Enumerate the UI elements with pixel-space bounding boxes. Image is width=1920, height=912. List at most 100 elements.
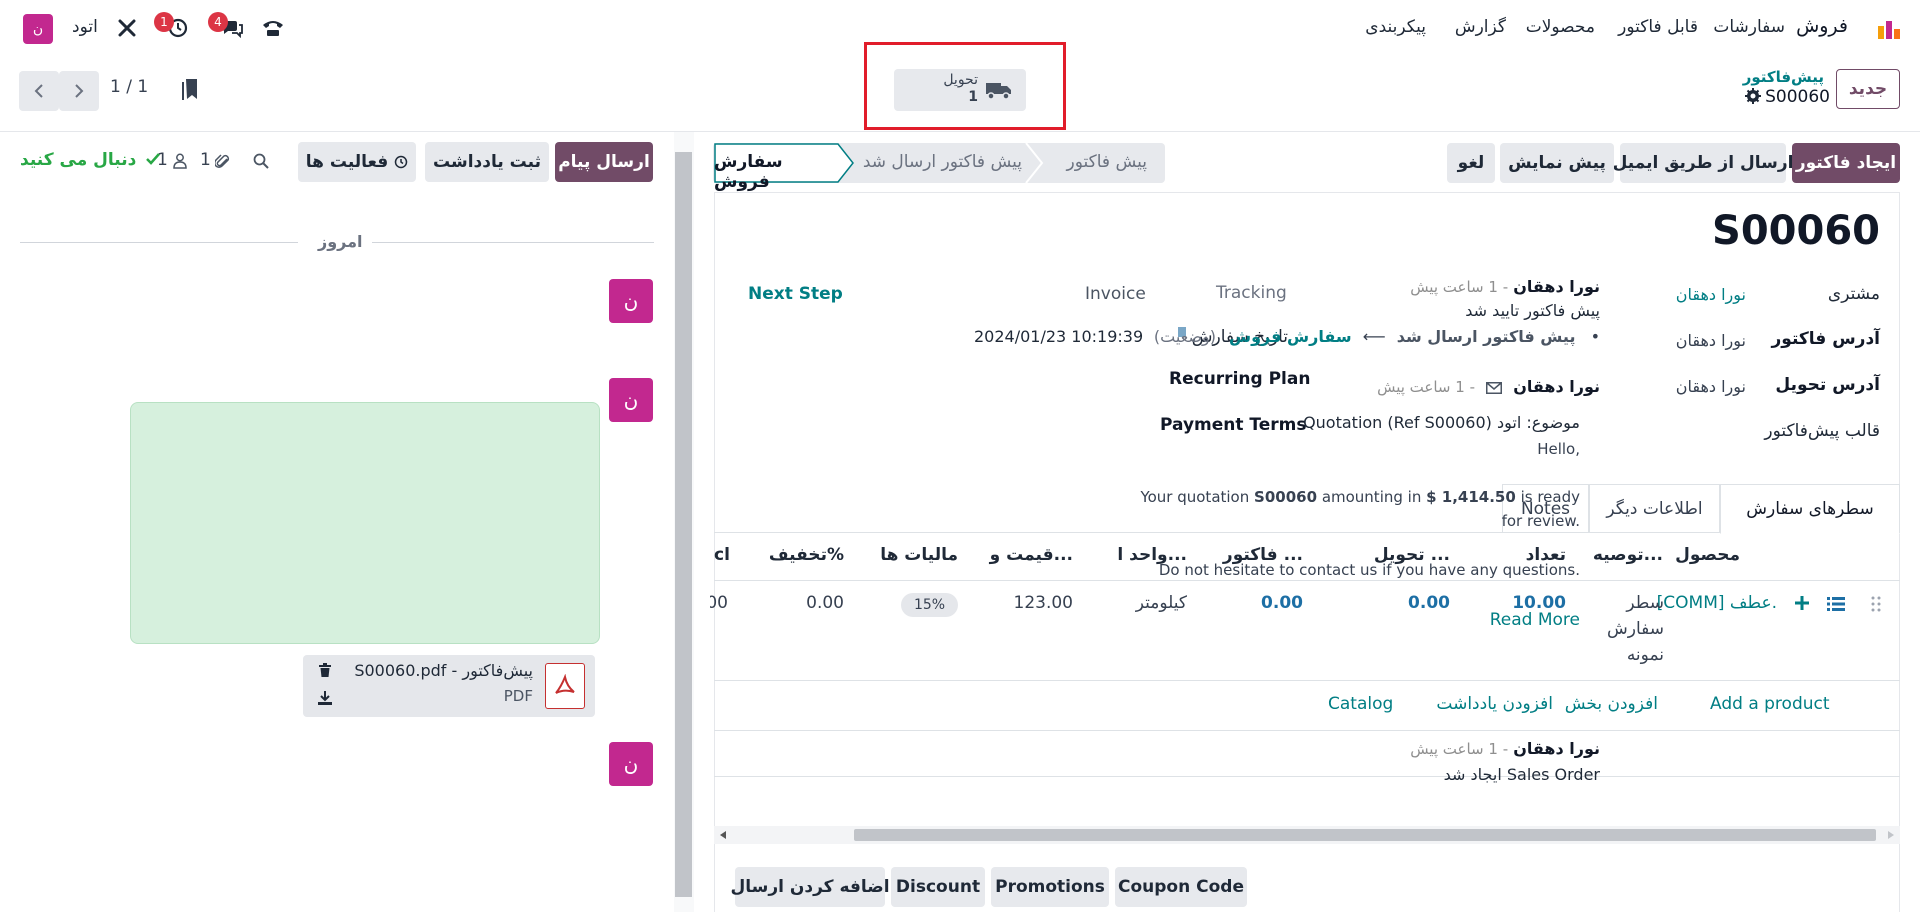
col-taxes[interactable]: مالیات ها: [880, 545, 958, 565]
company-name[interactable]: اتود: [72, 17, 98, 37]
debug-tools-icon[interactable]: [115, 16, 139, 40]
row-list-icon[interactable]: [1826, 594, 1846, 614]
email-ref: S00060: [1254, 488, 1318, 506]
add-section-link[interactable]: افزودن بخش: [1565, 694, 1658, 714]
tab-other-info[interactable]: اطلاعات دیگر: [1589, 484, 1720, 532]
col-discount[interactable]: تخفیف%: [769, 545, 844, 565]
status-quotation[interactable]: پیش فاکتور: [1067, 152, 1147, 172]
new-button[interactable]: جدید: [1836, 69, 1900, 109]
trash-icon[interactable]: [317, 661, 333, 679]
cell-discount[interactable]: 0.00: [806, 593, 844, 613]
read-more-link[interactable]: Read More: [1490, 610, 1580, 630]
menu-reporting[interactable]: گزارش: [1455, 17, 1506, 37]
user-avatar[interactable]: ن: [23, 14, 53, 44]
following-status[interactable]: دنبال می کنید: [20, 150, 161, 170]
avatar[interactable]: ن: [609, 742, 653, 786]
cell-description-1[interactable]: سطر: [1626, 593, 1664, 613]
email-amount: $ 1,414.50: [1426, 488, 1516, 506]
cell-subtotal: 00: [710, 593, 728, 613]
cell-uom[interactable]: کیلومتر: [1136, 593, 1187, 613]
cell-tax-badge[interactable]: 15%: [901, 593, 958, 617]
today-label: امروز: [318, 232, 363, 251]
action-preview[interactable]: پیش نمایش: [1500, 143, 1614, 183]
add-product-link[interactable]: Add a product: [1710, 694, 1830, 714]
invoice-address-value[interactable]: نورا دهقان: [1676, 331, 1746, 350]
order-date-value[interactable]: 2024/01/23 10:19:39: [974, 327, 1143, 346]
add-shipping-button[interactable]: اضافه کردن ارسال: [730, 867, 890, 907]
action-cancel[interactable]: لغو: [1447, 143, 1495, 183]
scroll-right-arrow-icon[interactable]: [1888, 831, 1894, 839]
send-message-button[interactable]: ارسال پیام: [555, 142, 653, 182]
today-separator-line: [372, 242, 654, 243]
discount-button[interactable]: Discount: [891, 867, 985, 907]
breadcrumb-parent[interactable]: پیش‌فاکتور: [1743, 68, 1824, 86]
message-header: نورا دهقان - 1 ساعت پیش: [1410, 277, 1600, 296]
pager-prev-button[interactable]: [19, 71, 59, 111]
delivery-address-value[interactable]: نورا دهقان: [1676, 377, 1746, 396]
tracking-value-change: • پیش فاکتور ارسال شد ⟵ سفارش فروش (وضعی…: [1154, 327, 1600, 346]
cell-unit-price[interactable]: 123.00: [1014, 593, 1073, 613]
bookmark-icon[interactable]: [180, 78, 200, 102]
messages-badge: 4: [208, 12, 228, 32]
tab-order-lines[interactable]: سطرهای سفارش: [1720, 484, 1900, 534]
catalog-link[interactable]: Catalog: [1328, 694, 1393, 714]
table-horizontal-scrollbar[interactable]: [714, 826, 1900, 844]
message-author[interactable]: نورا دهقان: [1513, 739, 1600, 758]
smart-button-count: 1: [968, 89, 978, 105]
log-note-button[interactable]: ثبت یادداشت: [425, 142, 549, 182]
followers-icon[interactable]: [171, 151, 189, 171]
message-header: نورا دهقان - 1 ساعت پیش: [1410, 739, 1600, 758]
status-sent[interactable]: پیش فاکتور ارسال شد: [858, 143, 1044, 183]
activities-button[interactable]: فعالیت ها: [298, 142, 416, 182]
col-unit-price[interactable]: قیمت و...: [990, 545, 1073, 565]
action-send-email[interactable]: ارسال از طریق ایمیل: [1613, 143, 1793, 183]
phone-icon[interactable]: [260, 16, 286, 40]
gear-icon[interactable]: [1744, 87, 1762, 105]
row-add-icon[interactable]: [1793, 594, 1811, 612]
cell-description-3[interactable]: نمونه: [1627, 645, 1664, 665]
table-divider: [714, 776, 1900, 777]
email-message-box: [130, 402, 600, 644]
scrollbar-thumb[interactable]: [854, 829, 1876, 841]
sales-app-icon[interactable]: [1877, 16, 1901, 40]
attachments-count[interactable]: 1: [200, 150, 211, 170]
coupon-code-button[interactable]: Coupon Code: [1115, 867, 1247, 907]
chatter-scrollbar[interactable]: [674, 132, 694, 912]
promotions-button[interactable]: Promotions: [991, 867, 1109, 907]
pager-value[interactable]: 1 / 1: [110, 77, 148, 97]
search-icon[interactable]: [251, 151, 271, 171]
attachment-card[interactable]: پیش‌فاکتور - S00060.pdf PDF: [303, 655, 595, 717]
menu-orders[interactable]: سفارشات: [1713, 17, 1785, 37]
app-brand[interactable]: فروش: [1796, 15, 1848, 37]
scroll-left-arrow-icon[interactable]: [720, 831, 726, 839]
customer-value[interactable]: نورا دهقان: [1676, 285, 1746, 304]
menu-products[interactable]: محصولات: [1526, 17, 1595, 37]
next-step-label[interactable]: Next Step: [748, 284, 843, 304]
attachment-name: پیش‌فاکتور - S00060.pdf: [354, 661, 533, 680]
status-sale-order-label: سفارش فروش: [714, 152, 783, 192]
cell-product[interactable]: [COMM] عطف.: [1657, 593, 1777, 613]
status-sale-order[interactable]: سفارش فروش: [714, 143, 854, 192]
cell-invoiced[interactable]: 0.00: [1261, 593, 1303, 613]
row-drag-handle-icon[interactable]: [1869, 594, 1883, 614]
cell-description-2[interactable]: سفارش: [1607, 619, 1664, 639]
message-author[interactable]: نورا دهقان: [1513, 277, 1600, 296]
avatar[interactable]: ن: [609, 279, 653, 323]
col-product[interactable]: محصول: [1675, 545, 1740, 565]
attachment-type: PDF: [503, 687, 533, 705]
col-description[interactable]: توصیه...: [1593, 545, 1663, 565]
download-icon[interactable]: [317, 689, 333, 707]
menu-configuration[interactable]: پیکربندی: [1365, 17, 1426, 37]
col-subtotal[interactable]: cl: [714, 545, 730, 565]
attachment-icon[interactable]: [213, 151, 233, 173]
message-author[interactable]: نورا دهقان: [1513, 377, 1600, 396]
cell-delivered[interactable]: 0.00: [1408, 593, 1450, 613]
add-note-link[interactable]: افزودن یادداشت: [1436, 694, 1553, 714]
bullet: •: [1590, 327, 1600, 346]
menu-to-invoice[interactable]: قابل فاکتور: [1618, 17, 1698, 37]
action-create-invoice[interactable]: ایجاد فاکتور: [1792, 143, 1900, 183]
pager-next-button[interactable]: [59, 71, 99, 111]
chatter-scrollbar-thumb[interactable]: [675, 152, 692, 897]
avatar[interactable]: ن: [609, 378, 653, 422]
delivery-smart-button[interactable]: تحویل 1: [894, 69, 1026, 111]
